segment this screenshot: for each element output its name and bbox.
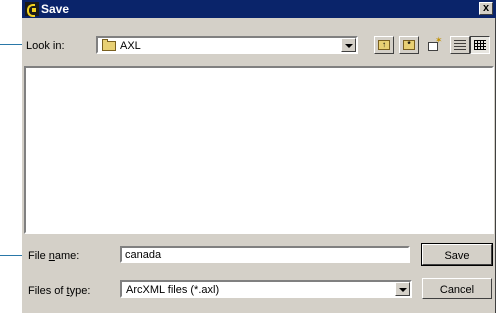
save-button-label: Save bbox=[444, 250, 470, 262]
callout-line-file-name bbox=[0, 255, 22, 256]
file-name-label: File name: bbox=[28, 250, 80, 262]
file-type-select[interactable]: ArcXML files (*.axl) bbox=[120, 280, 412, 298]
title-bar: Save x bbox=[22, 0, 496, 18]
list-view-button[interactable] bbox=[450, 36, 470, 54]
save-dialog: Save x Look in: AXL ↑ * File name: canad… bbox=[22, 0, 496, 313]
file-list[interactable] bbox=[24, 66, 494, 234]
details-view-button[interactable] bbox=[470, 36, 490, 54]
look-in-label: Look in: bbox=[26, 40, 65, 52]
new-folder-button[interactable] bbox=[424, 35, 444, 54]
save-button[interactable]: Save bbox=[421, 243, 493, 266]
file-type-label: Files of type: bbox=[28, 285, 91, 297]
details-view-icon bbox=[474, 40, 486, 50]
file-name-input[interactable]: canada bbox=[120, 246, 410, 263]
close-button[interactable]: x bbox=[479, 2, 493, 15]
folder-icon bbox=[102, 39, 116, 51]
chevron-down-icon[interactable] bbox=[341, 38, 356, 52]
file-type-value: ArcXML files (*.axl) bbox=[126, 284, 220, 296]
look-in-select[interactable]: AXL bbox=[96, 36, 358, 54]
callout-line-look-in bbox=[0, 44, 22, 45]
list-view-icon bbox=[454, 40, 466, 50]
up-folder-button[interactable]: ↑ bbox=[374, 36, 394, 54]
up-folder-icon: ↑ bbox=[378, 40, 390, 50]
cancel-button[interactable]: Cancel bbox=[422, 278, 492, 299]
desktop-icon: * bbox=[403, 40, 415, 50]
app-icon bbox=[25, 2, 39, 17]
window-title: Save bbox=[41, 2, 70, 16]
look-in-value: AXL bbox=[120, 40, 141, 52]
new-folder-icon bbox=[428, 35, 443, 51]
desktop-button[interactable]: * bbox=[399, 36, 419, 54]
file-name-value: canada bbox=[125, 249, 162, 261]
cancel-button-label: Cancel bbox=[439, 284, 475, 296]
chevron-down-icon[interactable] bbox=[395, 282, 410, 296]
